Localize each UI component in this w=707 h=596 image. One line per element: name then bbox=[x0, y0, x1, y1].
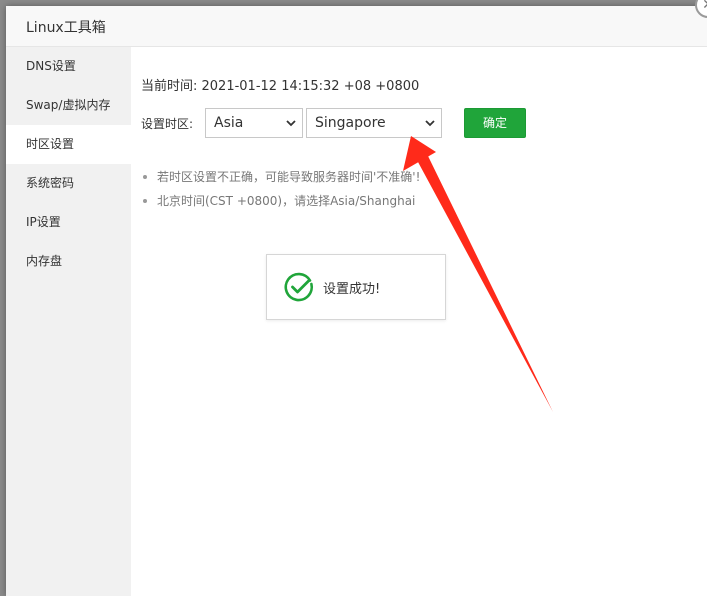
current-time: 当前时间: 2021-01-12 14:15:32 +08 +0800 bbox=[141, 79, 420, 94]
timezone-panel: 当前时间: 2021-01-12 14:15:32 +08 +0800 设置时区… bbox=[131, 47, 707, 596]
sidebar-item-system-password[interactable]: 系统密码 bbox=[6, 164, 131, 203]
region-select-value: Asia bbox=[214, 115, 244, 131]
timezone-label: 设置时区: bbox=[141, 117, 194, 131]
city-select[interactable]: Singapore bbox=[306, 108, 442, 138]
tip-item: 若时区设置不正确，可能导致服务器时间'不准确'! bbox=[143, 165, 420, 189]
tips-list: 若时区设置不正确，可能导致服务器时间'不准确'! 北京时间(CST +0800)… bbox=[143, 165, 420, 213]
tip-text: 北京时间(CST +0800)，请选择Asia/Shanghai bbox=[157, 194, 416, 208]
sidebar-item-dns[interactable]: DNS设置 bbox=[6, 47, 131, 86]
success-toast: 设置成功! bbox=[266, 254, 446, 320]
region-select[interactable]: Asia bbox=[205, 108, 303, 138]
tip-text: 若时区设置不正确，可能导致服务器时间'不准确'! bbox=[157, 170, 421, 184]
sidebar: DNS设置 Swap/虚拟内存 时区设置 系统密码 IP设置 内存盘 bbox=[6, 47, 131, 596]
toast-message: 设置成功! bbox=[323, 282, 381, 297]
sidebar-item-ip[interactable]: IP设置 bbox=[6, 203, 131, 242]
city-select-value: Singapore bbox=[315, 115, 386, 131]
dialog-title: Linux工具箱 bbox=[26, 20, 106, 36]
sidebar-item-timezone[interactable]: 时区设置 bbox=[6, 125, 131, 164]
tip-item: 北京时间(CST +0800)，请选择Asia/Shanghai bbox=[143, 189, 420, 213]
sidebar-item-swap[interactable]: Swap/虚拟内存 bbox=[6, 86, 131, 125]
bullet-icon bbox=[143, 174, 147, 179]
chevron-down-icon bbox=[425, 109, 435, 147]
bullet-icon bbox=[143, 198, 147, 203]
linux-toolbox-dialog: Linux工具箱 ✕ DNS设置 Swap/虚拟内存 时区设置 系统密码 IP设… bbox=[6, 0, 707, 596]
dialog-titlebar: Linux工具箱 bbox=[6, 6, 707, 47]
chevron-down-icon bbox=[286, 109, 296, 147]
sidebar-item-ramdisk[interactable]: 内存盘 bbox=[6, 242, 131, 281]
confirm-button[interactable]: 确定 bbox=[464, 108, 526, 138]
check-circle-icon bbox=[284, 272, 314, 302]
